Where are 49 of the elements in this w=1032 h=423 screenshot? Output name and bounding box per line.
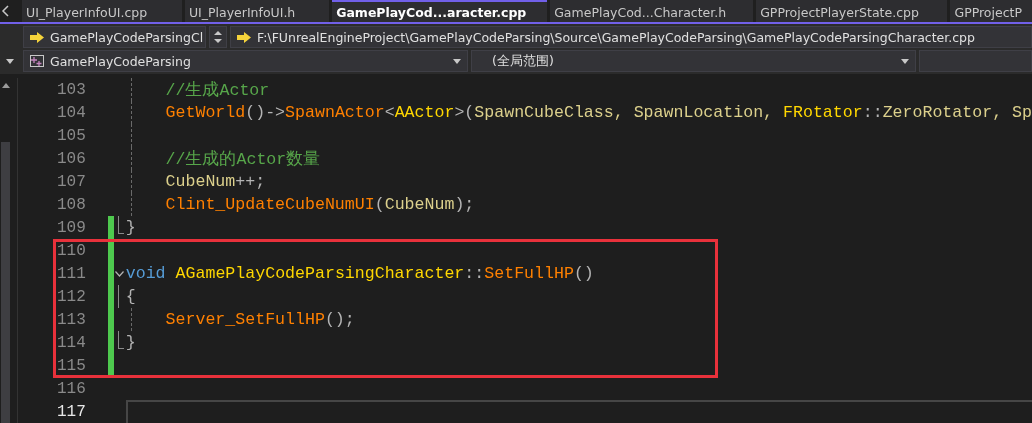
code-comment: //生成Actor bbox=[165, 79, 270, 101]
scope-dropdown[interactable]: (全局范围) bbox=[471, 50, 916, 72]
project-dropdown[interactable]: GamePlayCodeParsing bbox=[23, 50, 468, 72]
code-line: void AGamePlayCodeParsingCharacter::SetFullHP() bbox=[125, 264, 594, 283]
file-tab[interactable]: GamePlayCod...Character.h bbox=[550, 0, 754, 22]
line-number: 108 bbox=[55, 195, 86, 214]
file-tab[interactable]: UI_PlayerInfoUI.cpp bbox=[22, 0, 182, 22]
file-tab[interactable]: GPProjectPlayerState.cpp bbox=[756, 0, 948, 22]
line-number: 117 bbox=[55, 402, 86, 421]
line-number: 104 bbox=[55, 103, 86, 122]
file-tab[interactable]: UI_PlayerInfoUI.h bbox=[184, 0, 330, 22]
code-line: Server_SetFullHP(); bbox=[165, 310, 355, 329]
arrow-icon bbox=[30, 31, 44, 43]
code-line: GetWorld()->SpawnActor<AActor>(SpawnCubeClass, SpawnLocation, FRotator::ZeroRotator, Sp bbox=[165, 103, 1032, 122]
code-comment: //生成的Actor数量 bbox=[165, 148, 321, 170]
code-line: { bbox=[125, 287, 136, 306]
line-number: 110 bbox=[55, 241, 86, 260]
file-tab[interactable]: GPProjectP bbox=[950, 0, 1032, 22]
line-number: 107 bbox=[55, 172, 86, 191]
line-number: 115 bbox=[55, 356, 86, 375]
line-number: 103 bbox=[55, 80, 86, 99]
file-path-field[interactable]: F:\FUnrealEngineProject\GamePlayCodeParsing\Source\GamePlayCodeParsing\GamePlayCodeParsingCharacter.cpp bbox=[230, 26, 1032, 48]
scrollbar-thumb[interactable] bbox=[1, 142, 10, 423]
scroll-up-icon[interactable] bbox=[2, 82, 10, 88]
indent-guide bbox=[117, 331, 124, 349]
code-line: } bbox=[125, 333, 136, 352]
line-number: 116 bbox=[55, 379, 86, 398]
arrow-icon bbox=[237, 31, 251, 43]
line-number: 109 bbox=[55, 218, 86, 237]
caret-icon bbox=[901, 58, 909, 64]
member-dropdown[interactable]: GamePlayCodeParsingCl bbox=[23, 26, 206, 48]
spin-button[interactable] bbox=[209, 26, 227, 48]
code-line: } bbox=[125, 218, 136, 237]
line-number: 112 bbox=[55, 287, 86, 306]
line-number: 111 bbox=[55, 264, 86, 283]
line-number: 106 bbox=[55, 149, 86, 168]
project-icon bbox=[30, 55, 44, 67]
code-line: Clint_UpdateCubeNumUI(CubeNum); bbox=[165, 195, 475, 214]
caret-icon bbox=[6, 58, 14, 64]
line-number: 113 bbox=[55, 310, 86, 329]
chevron-left-icon[interactable] bbox=[0, 5, 10, 17]
file-tab[interactable]: GamePlayCod...aracter.cpp bbox=[332, 0, 548, 22]
fold-icon[interactable] bbox=[115, 270, 125, 277]
line-number: 105 bbox=[55, 126, 86, 145]
up-down-arrows-icon bbox=[214, 30, 222, 44]
code-line: CubeNum++; bbox=[165, 172, 266, 191]
indent-guide bbox=[117, 216, 124, 234]
line-number: 114 bbox=[55, 333, 86, 352]
caret-icon bbox=[453, 58, 461, 64]
